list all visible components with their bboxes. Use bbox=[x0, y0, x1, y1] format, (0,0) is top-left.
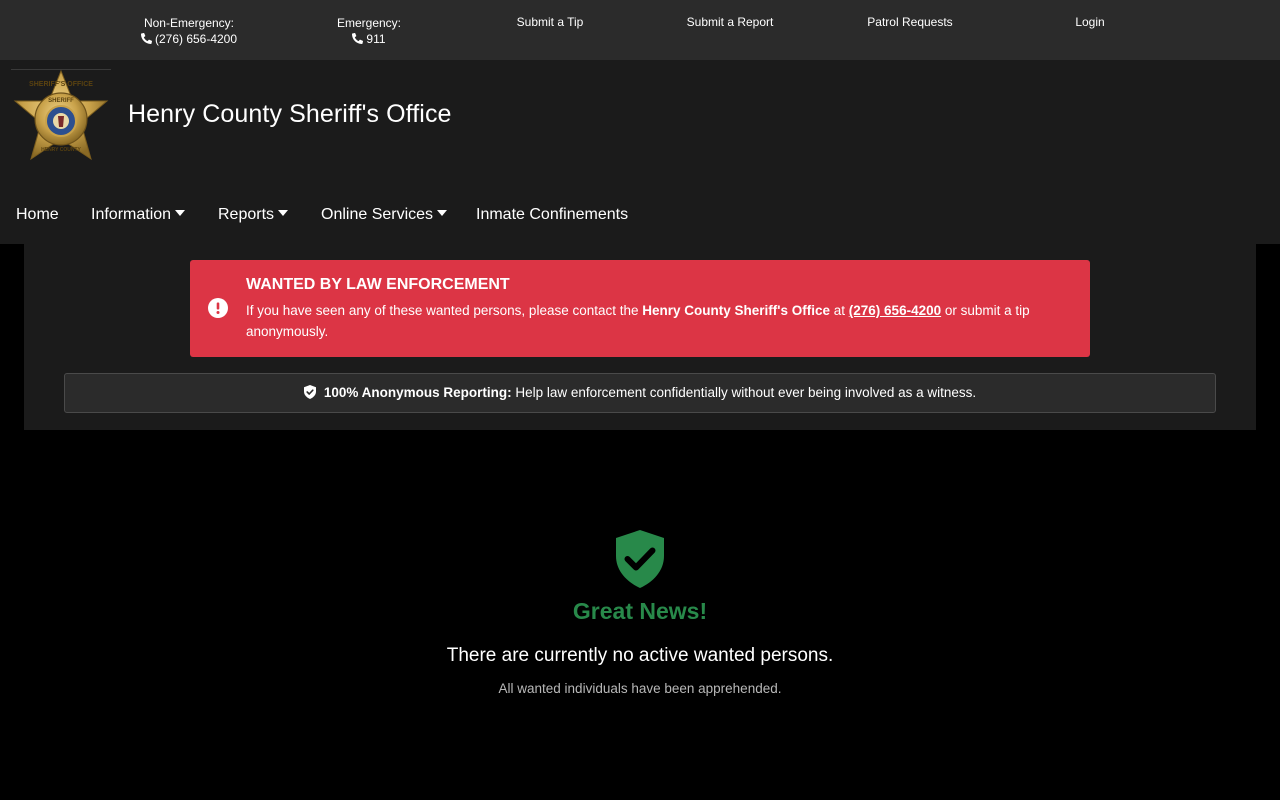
nav-item-label: Information bbox=[91, 206, 172, 223]
non-emergency-label: Non-Emergency: bbox=[143, 16, 235, 30]
nav-item-online-services[interactable]: Online Services bbox=[321, 206, 448, 224]
no-wanted-message: There are currently no active wanted per… bbox=[446, 645, 834, 666]
patrol-requests-link[interactable]: Patrol Requests bbox=[820, 0, 1000, 60]
nav-item-information[interactable]: Information bbox=[91, 206, 186, 224]
nav-item-inmate-confinements[interactable]: Inmate Confinements bbox=[476, 206, 628, 224]
caret-down-icon bbox=[175, 210, 186, 216]
emergency-phone: 911 bbox=[366, 32, 386, 46]
phone-icon bbox=[140, 33, 152, 44]
sheriff-badge-icon[interactable]: SHERIFF'S OFFICE SHERIFF HENRY COUNTY bbox=[11, 69, 111, 165]
site-title[interactable]: Henry County Sheriff's Office bbox=[128, 100, 452, 129]
login-link[interactable]: Login bbox=[1000, 0, 1180, 60]
alert-body-prefix: If you have seen any of these wanted per… bbox=[246, 303, 643, 318]
shield-check-icon bbox=[303, 385, 316, 399]
alert-agency: Henry County Sheriff's Office bbox=[642, 303, 831, 318]
shield-check-icon bbox=[616, 530, 664, 588]
alert-title: WANTED BY LAW ENFORCEMENT bbox=[246, 276, 510, 293]
submit-tip-link[interactable]: Submit a Tip bbox=[460, 0, 640, 60]
logo-text-bottom: HENRY COUNTY bbox=[41, 147, 81, 153]
logo-text-top: SHERIFF'S OFFICE bbox=[29, 81, 93, 88]
utility-bar: Non-Emergency: (276) 656-4200 Emergency:… bbox=[0, 0, 1280, 60]
all-apprehended-message: All wanted individuals have been apprehe… bbox=[498, 681, 782, 696]
anonymous-reporting-banner: 100% Anonymous Reporting: Help law enfor… bbox=[64, 373, 1216, 413]
anonymous-reporting-text: Help law enforcement confidentially with… bbox=[511, 385, 977, 400]
anonymous-reporting-title: 100% Anonymous Reporting: bbox=[323, 385, 512, 400]
non-emergency-phone-link[interactable]: Non-Emergency: (276) 656-4200 bbox=[99, 0, 279, 60]
great-news-heading: Great News! bbox=[572, 598, 708, 624]
wanted-alert-section: WANTED BY LAW ENFORCEMENT If you have se… bbox=[24, 244, 1256, 430]
caret-down-icon bbox=[437, 210, 448, 216]
submit-report-link[interactable]: Submit a Report bbox=[640, 0, 820, 60]
no-wanted-empty-state: Great News! There are currently no activ… bbox=[0, 530, 1280, 696]
non-emergency-phone: (276) 656-4200 bbox=[154, 32, 238, 46]
exclamation-circle-icon bbox=[208, 298, 228, 318]
alert-body: If you have seen any of these wanted per… bbox=[246, 300, 1076, 342]
emergency-phone-link[interactable]: Emergency: 911 bbox=[279, 0, 459, 60]
nav-item-reports[interactable]: Reports bbox=[218, 206, 289, 224]
caret-down-icon bbox=[278, 210, 289, 216]
nav-item-label: Inmate Confinements bbox=[476, 206, 629, 223]
phone-icon bbox=[352, 33, 364, 44]
nav-item-label: Home bbox=[16, 206, 59, 223]
nav-item-home[interactable]: Home bbox=[16, 206, 59, 224]
nav-item-label: Online Services bbox=[321, 206, 434, 223]
emergency-label: Emergency: bbox=[336, 16, 402, 30]
nav-item-label: Reports bbox=[218, 206, 275, 223]
alert-phone-link[interactable]: (276) 656-4200 bbox=[849, 303, 941, 318]
site-header: SHERIFF'S OFFICE SHERIFF HENRY COUNTY He… bbox=[0, 60, 1280, 244]
alert-at: at bbox=[830, 303, 849, 318]
logo-text-mid: SHERIFF bbox=[48, 98, 74, 104]
wanted-alert: WANTED BY LAW ENFORCEMENT If you have se… bbox=[190, 260, 1090, 357]
